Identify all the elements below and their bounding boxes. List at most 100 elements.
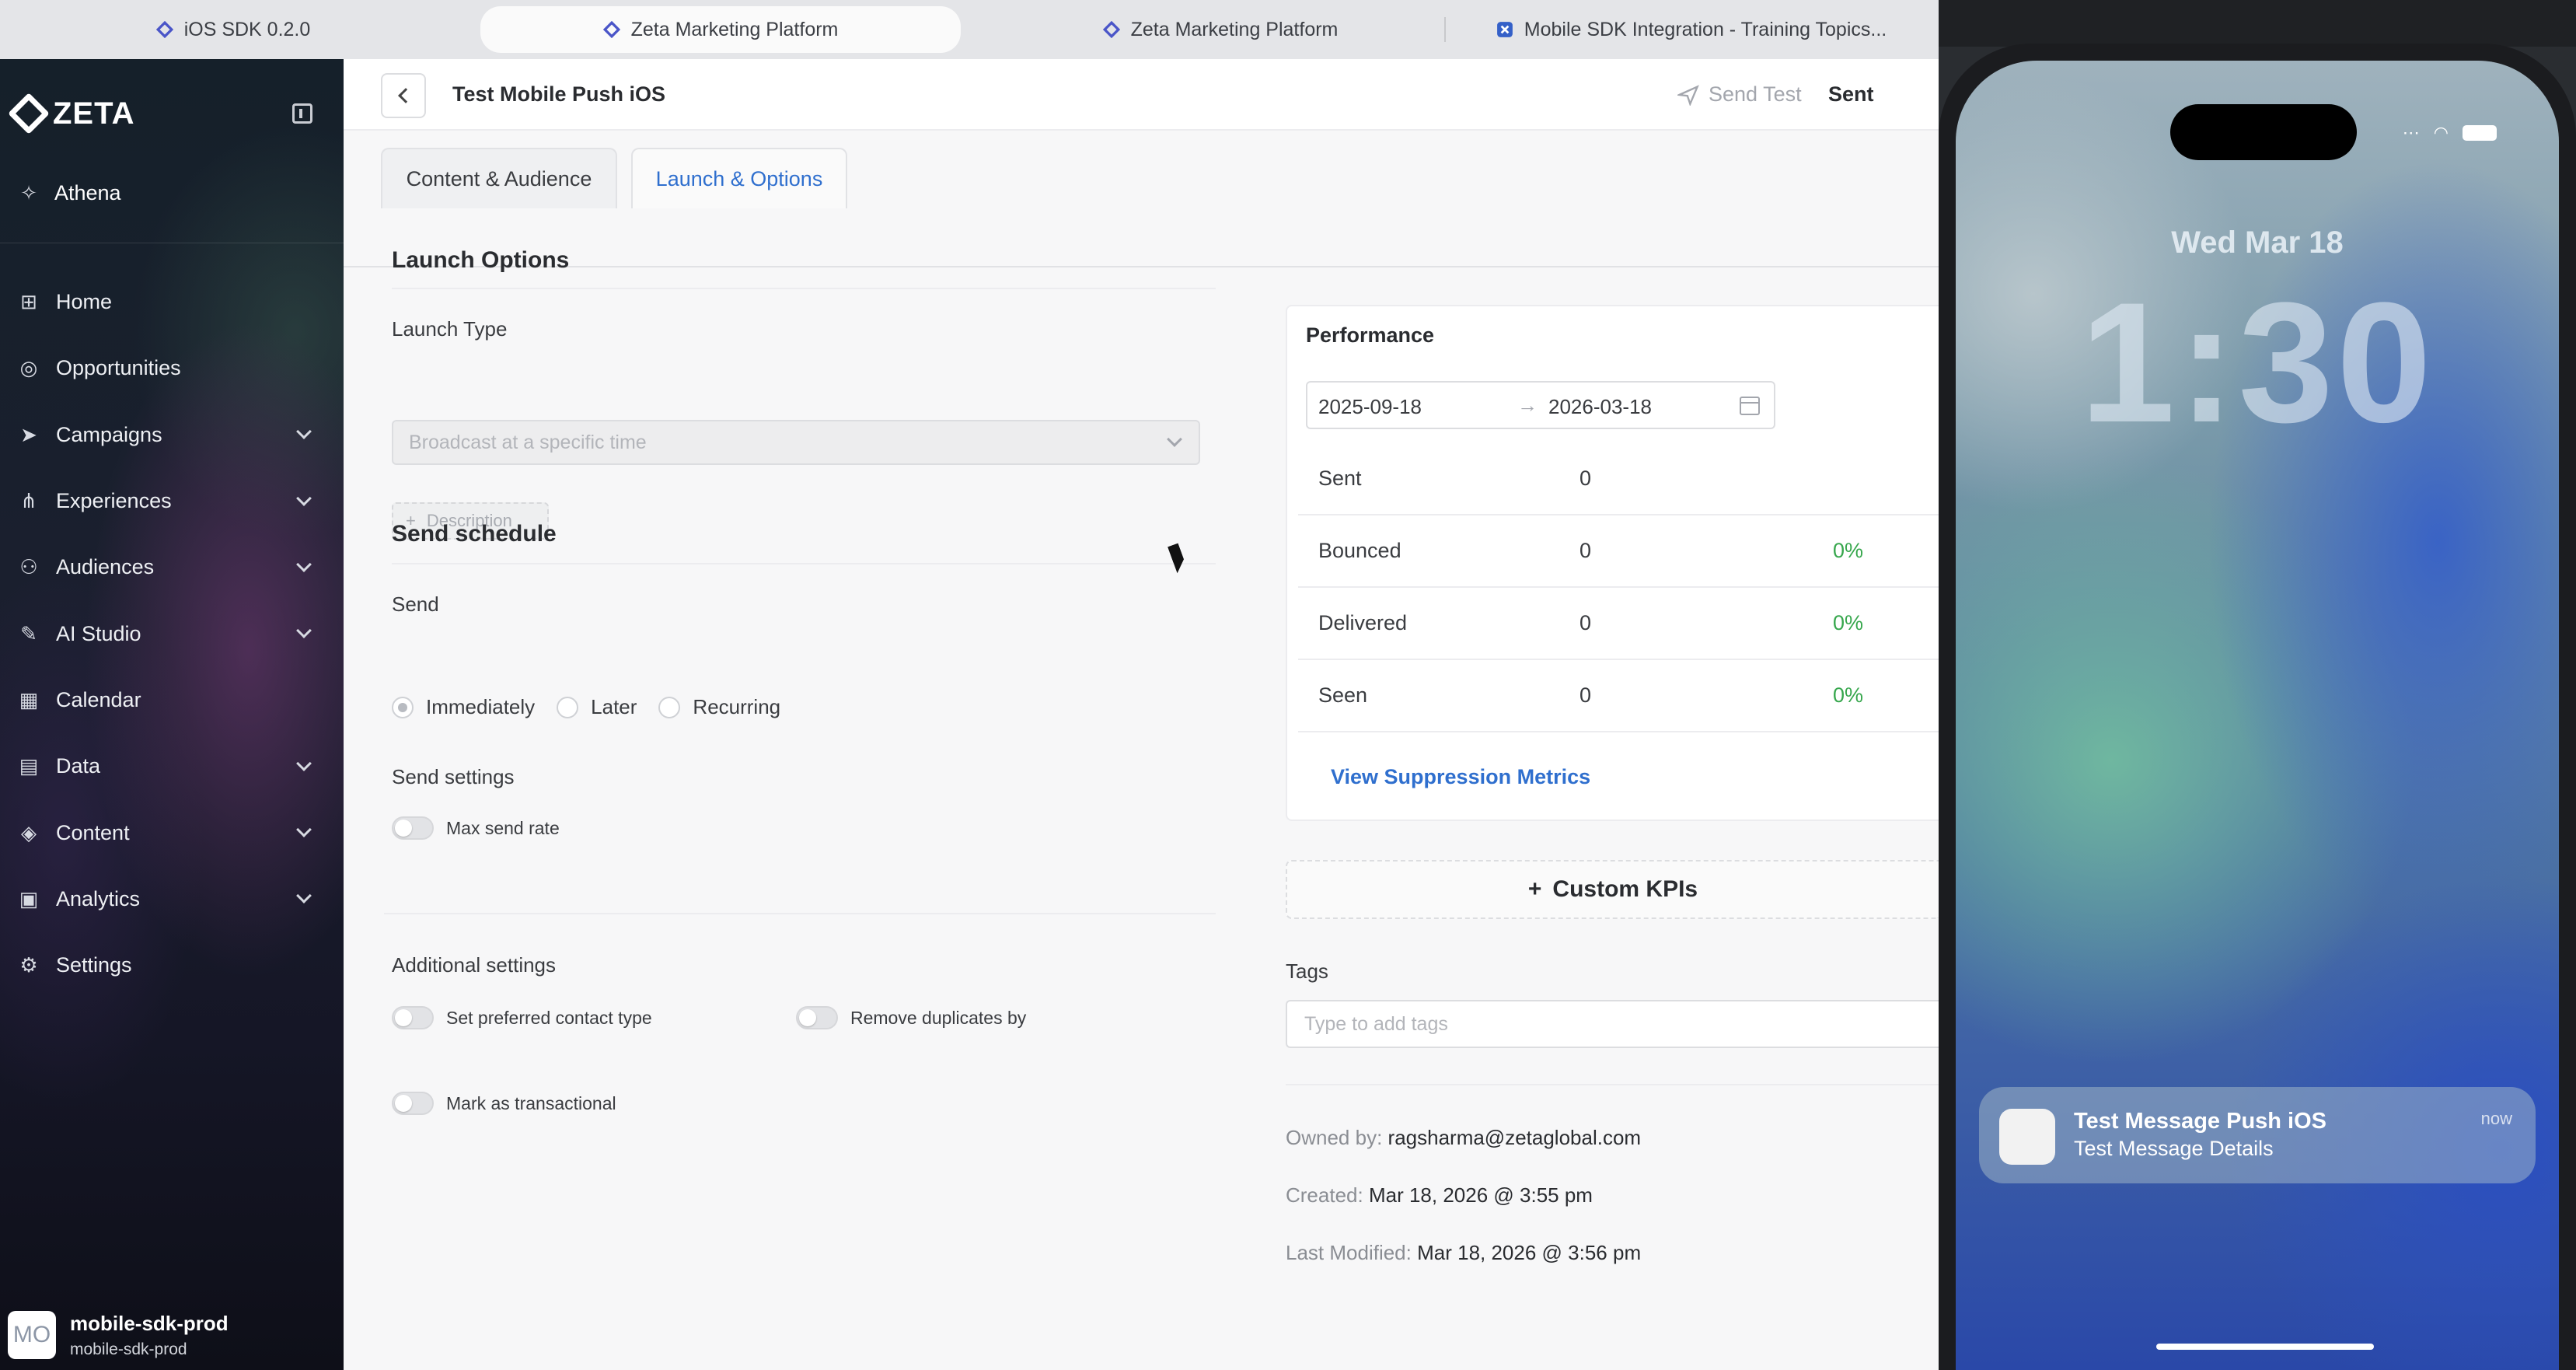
- sidebar: ZETA ✧ Athena ⊞ Home ◎ Opportunities ➤ C…: [0, 59, 344, 1370]
- dynamic-island: [2170, 104, 2357, 160]
- tabs-underline: [344, 266, 1939, 267]
- section-divider: [392, 563, 1216, 564]
- sidebar-item-analytics[interactable]: ▣ Analytics: [0, 866, 344, 932]
- transactional-toggle[interactable]: [392, 1092, 434, 1115]
- metric-label: Sent: [1318, 467, 1362, 490]
- sidebar-item-label: Calendar: [56, 687, 141, 711]
- zeta-diamond-icon: [155, 21, 173, 38]
- back-button[interactable]: [381, 73, 426, 118]
- sidebar-item-calendar[interactable]: ▦ Calendar: [0, 667, 344, 733]
- date-to: 2026-03-18: [1548, 395, 1652, 418]
- tab-separator: [1444, 17, 1446, 42]
- preferred-contact-toggle[interactable]: [392, 1006, 434, 1029]
- database-icon: ▤: [19, 754, 39, 778]
- remove-duplicates-row: Remove duplicates by: [796, 1006, 1026, 1029]
- tags-input[interactable]: Type to add tags: [1286, 1000, 1939, 1048]
- custom-kpis-button[interactable]: + Custom KPIs: [1286, 860, 1939, 919]
- chevron-down-icon: [296, 556, 312, 572]
- metric-percent: 0%: [1833, 539, 1864, 562]
- account-sub: mobile-sdk-prod: [70, 1340, 187, 1358]
- custom-kpis-label: Custom KPIs: [1552, 876, 1698, 902]
- paper-plane-icon: [1677, 84, 1699, 106]
- sidebar-item-home[interactable]: ⊞ Home: [0, 269, 344, 335]
- sparkle-icon: ✧: [20, 181, 37, 204]
- preferred-contact-row: Set preferred contact type: [392, 1006, 652, 1029]
- notification-body: Test Message Details: [2074, 1137, 2274, 1160]
- lock-time: 1:30: [2079, 267, 2435, 458]
- chevron-down-icon: [296, 424, 312, 440]
- metric-label: Delivered: [1318, 611, 1408, 634]
- owned-by-label: Owned by:: [1286, 1126, 1383, 1149]
- owned-by-value: ragsharma@zetaglobal.com: [1387, 1126, 1642, 1149]
- sidebar-item-data[interactable]: ▤ Data: [0, 733, 344, 799]
- max-send-rate-toggle[interactable]: [392, 816, 434, 840]
- radio-button-selected[interactable]: [392, 696, 414, 718]
- content-icon: ◈: [21, 820, 37, 844]
- radio-later[interactable]: Later: [557, 695, 637, 719]
- tab-label: Launch & Options: [655, 166, 823, 190]
- launch-type-select[interactable]: Broadcast at a specific time: [392, 420, 1200, 465]
- browser-tab[interactable]: Mobile SDK Integration - Training Topics…: [1474, 6, 1909, 53]
- chevron-left-icon: [398, 88, 414, 103]
- radio-button[interactable]: [557, 696, 579, 718]
- tab-label: Content & Audience: [406, 166, 592, 190]
- status-badge: Sent: [1828, 82, 1874, 106]
- radio-button[interactable]: [658, 696, 681, 718]
- created-label: Created:: [1286, 1183, 1363, 1207]
- metric-value: 0: [1579, 611, 1592, 634]
- sidebar-item-label: Audiences: [56, 555, 155, 579]
- collapse-sidebar-icon[interactable]: [292, 103, 312, 124]
- sidebar-item-settings[interactable]: ⚙ Settings: [0, 932, 344, 998]
- sidebar-item-experiences[interactable]: ⋔ Experiences: [0, 468, 344, 534]
- sidebar-item-label: Opportunities: [56, 356, 181, 380]
- page-header: Test Mobile Push iOS Send Test Sent: [344, 59, 1939, 131]
- tags-label: Tags: [1286, 959, 1328, 983]
- sidebar-item-campaigns[interactable]: ➤ Campaigns: [0, 402, 344, 468]
- view-suppression-metrics-link[interactable]: View Suppression Metrics: [1331, 765, 1590, 789]
- sidebar-item-label: Home: [56, 290, 113, 314]
- athena-button[interactable]: ✧ Athena: [17, 181, 120, 205]
- sidebar-item-opportunities[interactable]: ◎ Opportunities: [0, 335, 344, 401]
- send-test-label: Send Test: [1709, 82, 1802, 106]
- send-icon: ➤: [20, 422, 37, 446]
- browser-tab[interactable]: iOS SDK 0.2.0: [117, 6, 350, 53]
- account-switcher[interactable]: MO mobile-sdk-prod mobile-sdk-prod: [0, 1300, 344, 1370]
- browser-tab-active[interactable]: Zeta Marketing Platform: [480, 6, 961, 53]
- metric-label: Seen: [1318, 683, 1368, 707]
- radio-recurring[interactable]: Recurring: [658, 695, 780, 719]
- signal-icon: ⋯: [2402, 123, 2420, 142]
- tab-content-audience[interactable]: Content & Audience: [381, 148, 617, 208]
- zeta-logo[interactable]: ZETA: [8, 93, 135, 135]
- mouse-cursor-icon: [1168, 543, 1188, 574]
- chevron-down-icon: [296, 888, 312, 904]
- send-test-button[interactable]: Send Test: [1677, 82, 1802, 107]
- radio-label: Recurring: [693, 695, 781, 718]
- toggle-label: Remove duplicates by: [850, 1007, 1027, 1028]
- home-indicator[interactable]: [2156, 1344, 2374, 1350]
- remove-duplicates-toggle[interactable]: [796, 1006, 838, 1029]
- date-range-picker[interactable]: 2025-09-18 → 2026-03-18: [1306, 381, 1775, 429]
- arrow-right-icon: →: [1517, 393, 1538, 417]
- browser-tab[interactable]: Zeta Marketing Platform: [1011, 6, 1430, 53]
- lock-screen[interactable]: ⋯ ◠ Wed Mar 18 1:30 Test Message Push iO…: [1956, 61, 2559, 1370]
- sidebar-item-label: Analytics: [56, 886, 141, 910]
- sidebar-item-content[interactable]: ◈ Content: [0, 799, 344, 865]
- zeta-diamond-icon: [602, 21, 620, 38]
- logo-text: ZETA: [53, 96, 135, 131]
- report-icon: ▣: [19, 886, 39, 910]
- metric-label: Bounced: [1318, 539, 1401, 562]
- push-notification[interactable]: Test Message Push iOS Test Message Detai…: [1979, 1087, 2536, 1183]
- browser-tab-label: Zeta Marketing Platform: [1130, 18, 1339, 40]
- sidebar-item-ai-studio[interactable]: ✎ AI Studio: [0, 600, 344, 666]
- tab-launch-options[interactable]: Launch & Options: [631, 148, 847, 208]
- sidebar-item-audiences[interactable]: ⚇ Audiences: [0, 534, 344, 600]
- radio-immediately[interactable]: Immediately: [392, 695, 535, 719]
- sidebar-item-label: Content: [56, 820, 130, 844]
- launch-type-value: Broadcast at a specific time: [409, 431, 647, 453]
- send-label: Send: [392, 592, 439, 616]
- sidebar-item-label: AI Studio: [56, 621, 141, 645]
- section-divider: [384, 913, 1216, 914]
- zeta-diamond-icon: [1102, 21, 1120, 38]
- chevron-down-icon: [296, 755, 312, 771]
- calendar-icon: ▦: [19, 687, 39, 711]
